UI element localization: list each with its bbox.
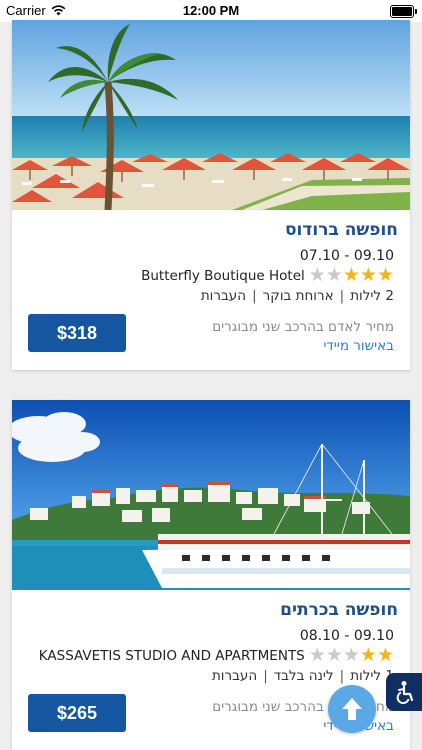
package-info: 2 לילות | ארוחת בוקר | העברות [201, 288, 394, 304]
instant-approval-link[interactable]: באישור מיידי [323, 338, 394, 354]
star-icon: ★ [376, 264, 394, 286]
hotel-row: ★ ★ ★ ★ ★ Butterfly Boutique Hotel [141, 266, 394, 285]
board-label: ארוחת בוקר [262, 288, 334, 304]
harbor-photo [12, 400, 410, 590]
transfers-label: העברות [200, 288, 247, 304]
clock: 12:00 PM [182, 3, 240, 18]
star-icon: ★ [359, 264, 377, 286]
star-rating: ★ ★ ★ ★ ★ [309, 646, 394, 665]
beach-photo [12, 20, 410, 210]
package-info: 1 לילות | לינה בלבד | העברות [212, 668, 394, 684]
deal-details: חופשה ברודוס 07.10 - 09.10 ★ ★ ★ ★ ★ But… [12, 210, 410, 370]
price-note: מחיר לאדם בהרכב שני מבוגרים [212, 319, 394, 335]
star-icon: ★ [308, 264, 326, 286]
scroll-to-top-button[interactable] [328, 685, 376, 733]
separator: | [339, 668, 345, 684]
star-icon: ★ [308, 644, 326, 666]
price-button[interactable]: $318 [28, 314, 126, 352]
arrow-up-icon [342, 698, 362, 720]
deal-dates: 08.10 - 09.10 [299, 628, 394, 644]
deal-card[interactable]: חופשה ברודוס 07.10 - 09.10 ★ ★ ★ ★ ★ But… [12, 20, 410, 370]
deal-dates: 07.10 - 09.10 [299, 248, 394, 264]
hotel-name: Butterfly Boutique Hotel [141, 267, 305, 284]
board-label: לינה בלבד [273, 668, 334, 684]
transfers-label: העברות [211, 668, 258, 684]
star-icon: ★ [342, 264, 360, 286]
hotel-row: ★ ★ ★ ★ ★ KASSAVETIS STUDIO AND APARTMEN… [39, 646, 394, 665]
separator: | [263, 668, 268, 684]
deal-title[interactable]: חופשה בכרתים [280, 600, 398, 620]
accessibility-icon [396, 681, 414, 704]
star-icon: ★ [325, 264, 343, 286]
star-icon: ★ [376, 644, 394, 666]
battery-icon [390, 5, 417, 18]
deal-title[interactable]: חופשה ברודוס [285, 220, 398, 240]
status-bar: Carrier 12:00 PM [0, 0, 422, 22]
star-icon: ★ [359, 644, 377, 666]
star-icon: ★ [342, 644, 360, 666]
star-rating: ★ ★ ★ ★ ★ [309, 266, 394, 285]
price-button[interactable]: $265 [28, 694, 126, 732]
separator: | [339, 288, 345, 304]
nights-label: 2 לילות [350, 288, 394, 304]
separator: | [252, 288, 257, 304]
star-icon: ★ [325, 644, 343, 666]
accessibility-button[interactable] [386, 673, 422, 711]
hotel-name: KASSAVETIS STUDIO AND APARTMENTS [38, 647, 305, 664]
